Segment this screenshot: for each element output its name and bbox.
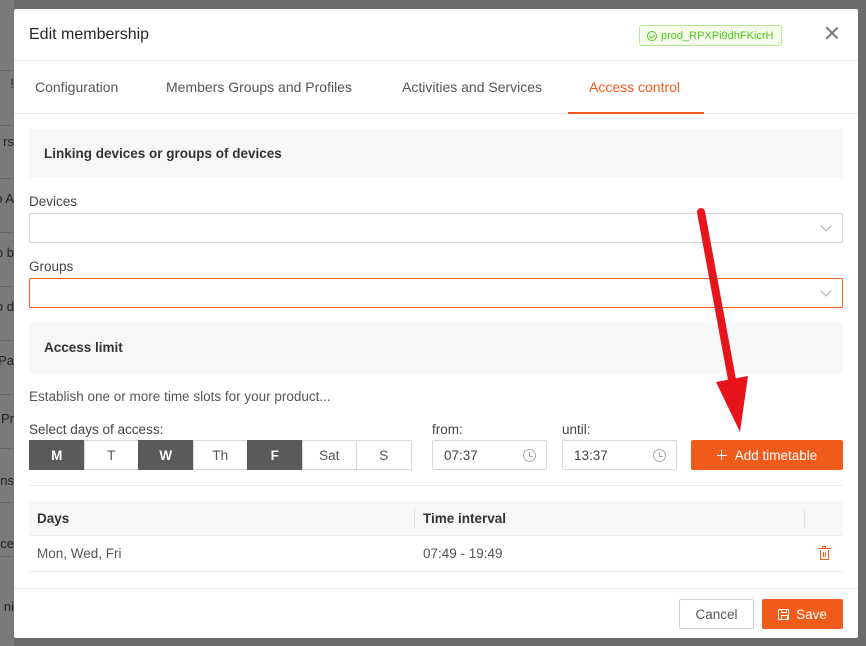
- column-header-days-label: Days: [37, 510, 70, 526]
- tab-bar: Configuration Members Groups and Profile…: [14, 61, 858, 114]
- row-days: Mon, Wed, Fri: [37, 546, 122, 561]
- background-fragment: ce: [0, 502, 14, 552]
- background-fragment: ns: [0, 448, 14, 498]
- row-time-interval: 07:49 - 19:49: [423, 546, 503, 561]
- background-fragment: rs: [0, 125, 14, 175]
- background-fragment: Pa: [0, 340, 14, 390]
- from-time-value: 07:37: [444, 447, 478, 463]
- background-fragment: o d: [0, 286, 14, 336]
- save-label: Save: [796, 606, 827, 622]
- groups-select[interactable]: [29, 278, 843, 308]
- save-button[interactable]: Save: [762, 599, 843, 629]
- linking-section-header: Linking devices or groups of devices: [29, 129, 843, 178]
- column-header-time-interval-label: Time interval: [423, 510, 507, 526]
- save-icon: [778, 608, 790, 620]
- day-toggle-thursday[interactable]: Th: [192, 440, 248, 470]
- days-label: Select days of access:: [29, 422, 164, 437]
- table-header: Days Time interval: [29, 501, 843, 536]
- background-fragment: o A: [0, 178, 14, 228]
- from-time-input[interactable]: 07:37: [432, 440, 547, 470]
- edit-membership-modal: Edit membership prod_RPXPi9dhFKicrH Conf…: [14, 9, 858, 638]
- devices-select[interactable]: [29, 213, 843, 243]
- chevron-down-icon: [820, 285, 832, 297]
- add-timetable-label: Add timetable: [734, 447, 818, 463]
- product-id-badge: prod_RPXPi9dhFKicrH: [639, 25, 782, 46]
- day-selector: M T W Th F Sat S: [29, 440, 412, 470]
- until-time-input[interactable]: 13:37: [562, 440, 677, 470]
- modal-footer: Cancel Save: [14, 588, 858, 638]
- background-fragment: Pr: [0, 394, 14, 444]
- tab-members-groups-profiles[interactable]: Members Groups and Profiles: [166, 61, 352, 114]
- column-header-actions: [805, 501, 843, 535]
- table-row: Mon, Wed, Fri 07:49 - 19:49: [29, 536, 843, 572]
- tab-configuration[interactable]: Configuration: [35, 61, 118, 114]
- divider: [29, 485, 843, 486]
- day-toggle-monday[interactable]: M: [29, 440, 85, 470]
- clock-icon: [653, 449, 666, 462]
- day-toggle-wednesday[interactable]: W: [138, 440, 194, 470]
- plus-icon: [716, 450, 727, 460]
- check-circle-icon: [647, 30, 657, 41]
- background-fragment: !: [0, 70, 14, 108]
- devices-label: Devices: [29, 194, 78, 209]
- until-label: until:: [562, 422, 591, 437]
- column-header-days: Days: [29, 501, 415, 535]
- until-time-value: 13:37: [574, 447, 608, 463]
- background-fragment: o b: [0, 232, 14, 282]
- modal-header: Edit membership prod_RPXPi9dhFKicrH: [14, 9, 858, 61]
- column-header-time-interval: Time interval: [415, 501, 805, 535]
- add-timetable-button[interactable]: Add timetable: [691, 440, 843, 470]
- access-limit-header: Access limit: [29, 323, 843, 373]
- groups-label: Groups: [29, 259, 74, 274]
- clock-icon: [523, 449, 536, 462]
- background-page: ! rs o A o b o d Pa Pr ns ce ni: [0, 0, 14, 646]
- close-icon[interactable]: [824, 25, 840, 41]
- tab-activities-services[interactable]: Activities and Services: [402, 61, 542, 114]
- day-toggle-friday[interactable]: F: [247, 440, 303, 470]
- from-label: from:: [432, 422, 463, 437]
- trash-icon[interactable]: [817, 546, 831, 560]
- day-toggle-saturday[interactable]: Sat: [301, 440, 357, 470]
- time-slot-hint: Establish one or more time slots for you…: [29, 389, 331, 404]
- chevron-down-icon: [820, 220, 832, 232]
- timetable-table: Days Time interval Mon, Wed, Fri 07:49 -…: [29, 501, 843, 572]
- active-tab-indicator: [568, 112, 704, 114]
- tab-access-control[interactable]: Access control: [589, 61, 680, 114]
- cancel-button[interactable]: Cancel: [679, 599, 754, 629]
- modal-title: Edit membership: [29, 25, 150, 43]
- row-actions: [805, 546, 843, 560]
- day-toggle-sunday[interactable]: S: [356, 440, 412, 470]
- day-toggle-tuesday[interactable]: T: [83, 440, 139, 470]
- product-id-text: prod_RPXPi9dhFKicrH: [661, 29, 774, 42]
- background-fragment: ni: [0, 556, 14, 646]
